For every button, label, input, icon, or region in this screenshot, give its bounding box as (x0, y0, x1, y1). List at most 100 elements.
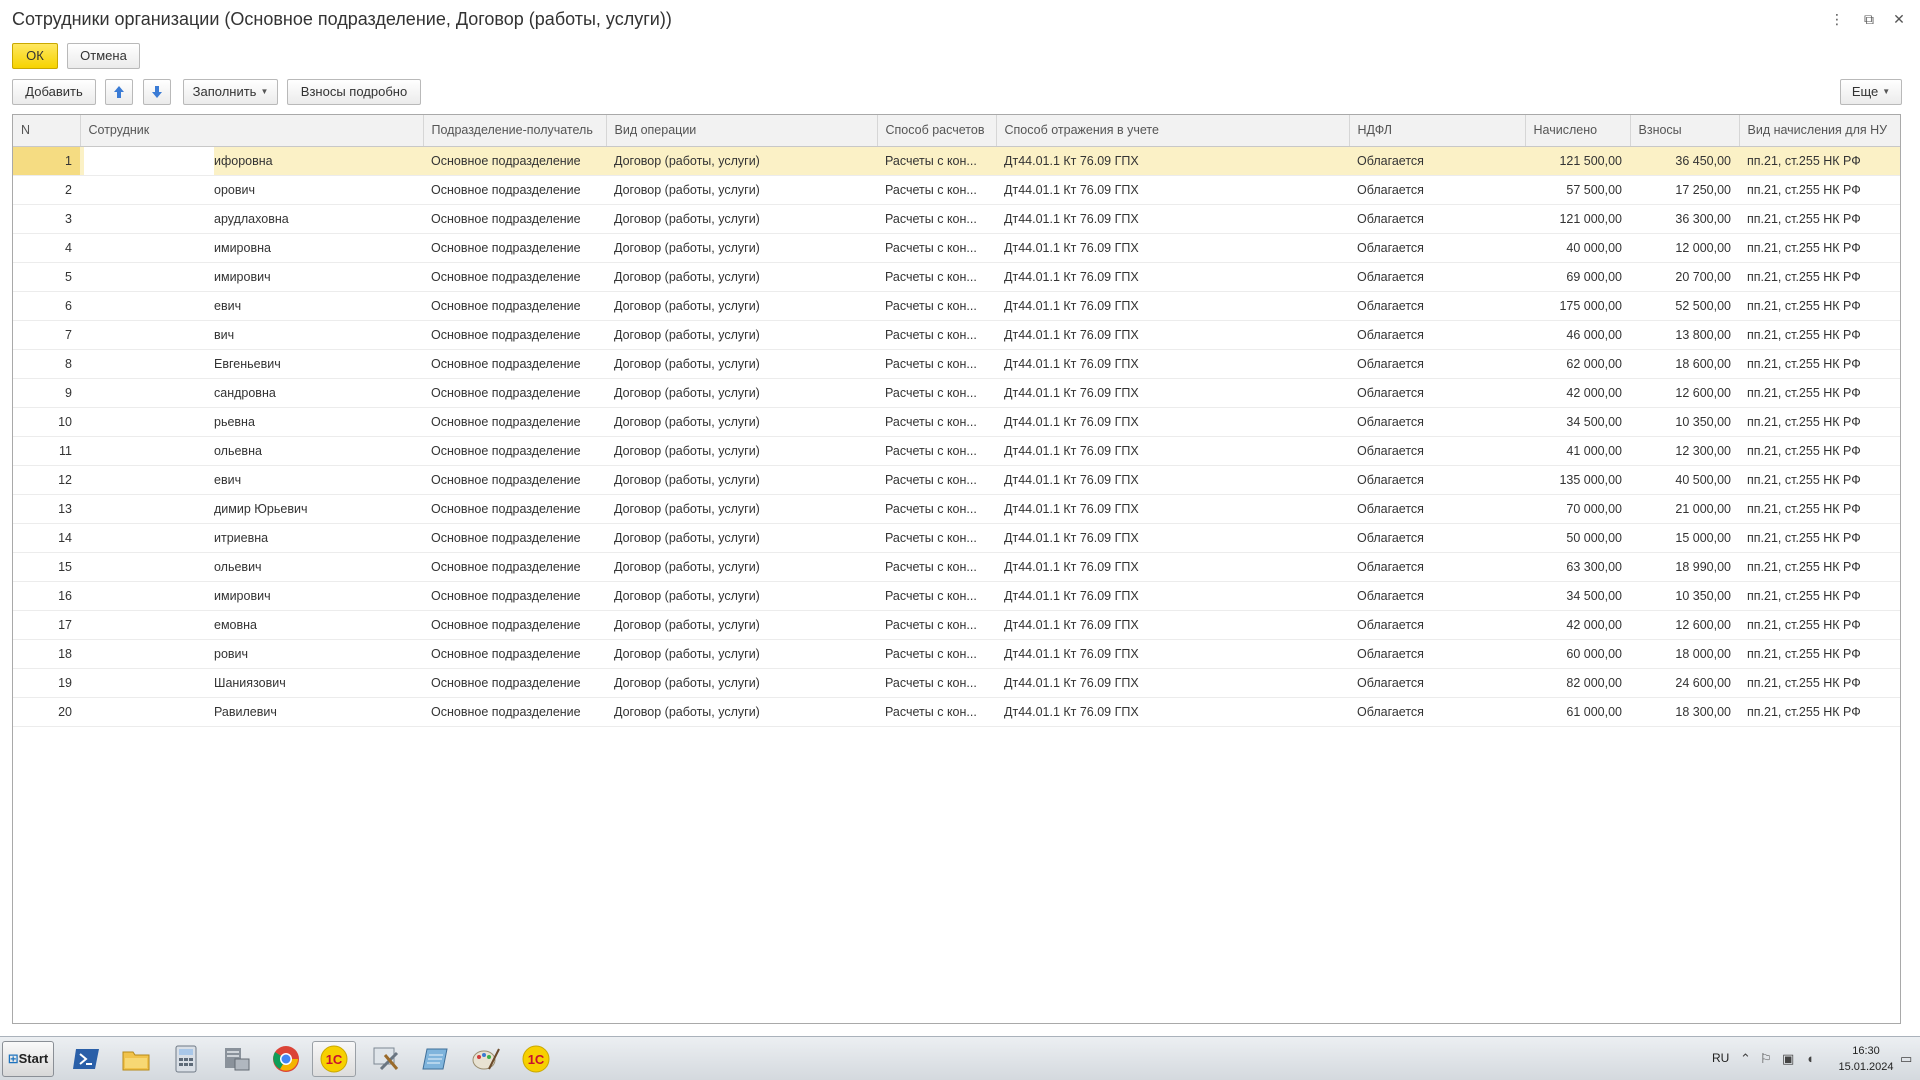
contributions-detail-button[interactable]: Взносы подробно (287, 79, 421, 105)
more-actions-icon[interactable]: ⋮ (1826, 8, 1848, 30)
volume-icon[interactable]: ◖ (1806, 1051, 1814, 1066)
calc-method-cell[interactable]: Расчеты с кон... (877, 378, 996, 408)
ndfl-cell[interactable]: Облагается (1349, 465, 1525, 495)
table-row[interactable]: 8 Евгеньевич Основное подразделение Договор… (13, 349, 1900, 379)
tax-type-cell[interactable]: пп.21, ст.255 НК РФ (1739, 610, 1900, 640)
employee-cell[interactable]: ольевич (80, 552, 423, 582)
accrued-cell[interactable]: 42 000,00 (1525, 378, 1630, 408)
account-cell[interactable]: Дт44.01.1 Кт 76.09 ГПХ (996, 436, 1349, 466)
row-number[interactable]: 13 (13, 494, 80, 524)
accrued-cell[interactable]: 34 500,00 (1525, 407, 1630, 437)
ndfl-cell[interactable]: Облагается (1349, 581, 1525, 611)
tax-type-cell[interactable]: пп.21, ст.255 НК РФ (1739, 668, 1900, 698)
table-row[interactable]: 12 евич Основное подразделение Договор (раб… (13, 465, 1900, 495)
column-header-tax-type[interactable]: Вид начисления для НУ (1739, 115, 1900, 147)
accrued-cell[interactable]: 40 000,00 (1525, 233, 1630, 263)
contrib-cell[interactable]: 12 600,00 (1630, 610, 1739, 640)
accrued-cell[interactable]: 46 000,00 (1525, 320, 1630, 350)
employee-cell[interactable]: евич (80, 465, 423, 495)
calc-method-cell[interactable]: Расчеты с кон... (877, 552, 996, 582)
calc-method-cell[interactable]: Расчеты с кон... (877, 349, 996, 379)
accrued-cell[interactable]: 63 300,00 (1525, 552, 1630, 582)
system-clock[interactable]: 16:30 15.01.2024 (1836, 1043, 1896, 1075)
restore-window-icon[interactable]: ⧉ (1858, 8, 1880, 30)
calculator-icon[interactable] (164, 1041, 208, 1077)
table-row[interactable]: 9 сандровна Основное подразделение Договор … (13, 378, 1900, 408)
accrued-cell[interactable]: 70 000,00 (1525, 494, 1630, 524)
contrib-cell[interactable]: 52 500,00 (1630, 291, 1739, 321)
dept-cell[interactable]: Основное подразделение (423, 639, 606, 669)
account-cell[interactable]: Дт44.01.1 Кт 76.09 ГПХ (996, 610, 1349, 640)
account-cell[interactable]: Дт44.01.1 Кт 76.09 ГПХ (996, 523, 1349, 553)
contrib-cell[interactable]: 18 600,00 (1630, 349, 1739, 379)
account-cell[interactable]: Дт44.01.1 Кт 76.09 ГПХ (996, 639, 1349, 669)
employee-cell[interactable]: Шаниязович (80, 668, 423, 698)
tax-type-cell[interactable]: пп.21, ст.255 НК РФ (1739, 204, 1900, 234)
tax-type-cell[interactable]: пп.21, ст.255 НК РФ (1739, 291, 1900, 321)
server-manager-icon[interactable] (214, 1041, 258, 1077)
contrib-cell[interactable]: 24 600,00 (1630, 668, 1739, 698)
dept-cell[interactable]: Основное подразделение (423, 552, 606, 582)
tax-type-cell[interactable]: пп.21, ст.255 НК РФ (1739, 349, 1900, 379)
calc-method-cell[interactable]: Расчеты с кон... (877, 697, 996, 727)
ndfl-cell[interactable]: Облагается (1349, 320, 1525, 350)
accrued-cell[interactable]: 61 000,00 (1525, 697, 1630, 727)
row-number[interactable]: 14 (13, 523, 80, 553)
operation-cell[interactable]: Договор (работы, услуги) (606, 465, 877, 495)
account-cell[interactable]: Дт44.01.1 Кт 76.09 ГПХ (996, 320, 1349, 350)
accrued-cell[interactable]: 121 500,00 (1525, 146, 1630, 176)
employee-cell[interactable]: емовна (80, 610, 423, 640)
notepad-icon[interactable] (414, 1041, 458, 1077)
close-window-icon[interactable]: ✕ (1888, 8, 1910, 30)
tax-type-cell[interactable]: пп.21, ст.255 НК РФ (1739, 175, 1900, 205)
calc-method-cell[interactable]: Расчеты с кон... (877, 494, 996, 524)
chrome-icon[interactable] (264, 1041, 308, 1077)
account-cell[interactable]: Дт44.01.1 Кт 76.09 ГПХ (996, 465, 1349, 495)
dept-cell[interactable]: Основное подразделение (423, 407, 606, 437)
table-row[interactable]: 5 имирович Основное подразделение Договор (… (13, 262, 1900, 292)
operation-cell[interactable]: Договор (работы, услуги) (606, 204, 877, 234)
ndfl-cell[interactable]: Облагается (1349, 291, 1525, 321)
calc-method-cell[interactable]: Расчеты с кон... (877, 262, 996, 292)
fill-dropdown-button[interactable]: Заполнить ▼ (183, 79, 278, 105)
dept-cell[interactable]: Основное подразделение (423, 494, 606, 524)
column-header-operation[interactable]: Вид операции (606, 115, 878, 147)
accrued-cell[interactable]: 34 500,00 (1525, 581, 1630, 611)
employee-cell[interactable]: ифоровна (80, 146, 423, 176)
employee-cell[interactable]: ольевна (80, 436, 423, 466)
operation-cell[interactable]: Договор (работы, услуги) (606, 320, 877, 350)
dept-cell[interactable]: Основное подразделение (423, 175, 606, 205)
add-button[interactable]: Добавить (12, 79, 96, 105)
more-dropdown-button[interactable]: Еще ▼ (1840, 79, 1902, 105)
calc-method-cell[interactable]: Расчеты с кон... (877, 581, 996, 611)
table-row[interactable]: 16 имирович Основное подразделение Договор … (13, 581, 1900, 611)
accrued-cell[interactable]: 42 000,00 (1525, 610, 1630, 640)
dept-cell[interactable]: Основное подразделение (423, 349, 606, 379)
dept-cell[interactable]: Основное подразделение (423, 465, 606, 495)
column-header-contrib[interactable]: Взносы (1630, 115, 1740, 147)
ndfl-cell[interactable]: Облагается (1349, 668, 1525, 698)
ndfl-cell[interactable]: Облагается (1349, 175, 1525, 205)
show-desktop-icon[interactable]: ▭ (1900, 1051, 1912, 1067)
tax-type-cell[interactable]: пп.21, ст.255 НК РФ (1739, 552, 1900, 582)
accrued-cell[interactable]: 41 000,00 (1525, 436, 1630, 466)
operation-cell[interactable]: Договор (работы, услуги) (606, 639, 877, 669)
table-row[interactable]: 13 димир Юрьевич Основное подразделение Дог… (13, 494, 1900, 524)
accrued-cell[interactable]: 50 000,00 (1525, 523, 1630, 553)
column-header-employee[interactable]: Сотрудник (80, 115, 424, 147)
account-cell[interactable]: Дт44.01.1 Кт 76.09 ГПХ (996, 146, 1349, 176)
contrib-cell[interactable]: 18 000,00 (1630, 639, 1739, 669)
table-row[interactable]: 15 ольевич Основное подразделение Договор (… (13, 552, 1900, 582)
accrued-cell[interactable]: 82 000,00 (1525, 668, 1630, 698)
employee-cell[interactable]: вич (80, 320, 423, 350)
language-indicator[interactable]: RU (1712, 1051, 1729, 1065)
table-row[interactable]: 17 емовна Основное подразделение Договор (р… (13, 610, 1900, 640)
employee-cell[interactable]: имировна (80, 233, 423, 263)
ndfl-cell[interactable]: Облагается (1349, 204, 1525, 234)
contrib-cell[interactable]: 20 700,00 (1630, 262, 1739, 292)
dept-cell[interactable]: Основное подразделение (423, 320, 606, 350)
operation-cell[interactable]: Договор (работы, услуги) (606, 523, 877, 553)
account-cell[interactable]: Дт44.01.1 Кт 76.09 ГПХ (996, 175, 1349, 205)
contrib-cell[interactable]: 10 350,00 (1630, 581, 1739, 611)
account-cell[interactable]: Дт44.01.1 Кт 76.09 ГПХ (996, 581, 1349, 611)
